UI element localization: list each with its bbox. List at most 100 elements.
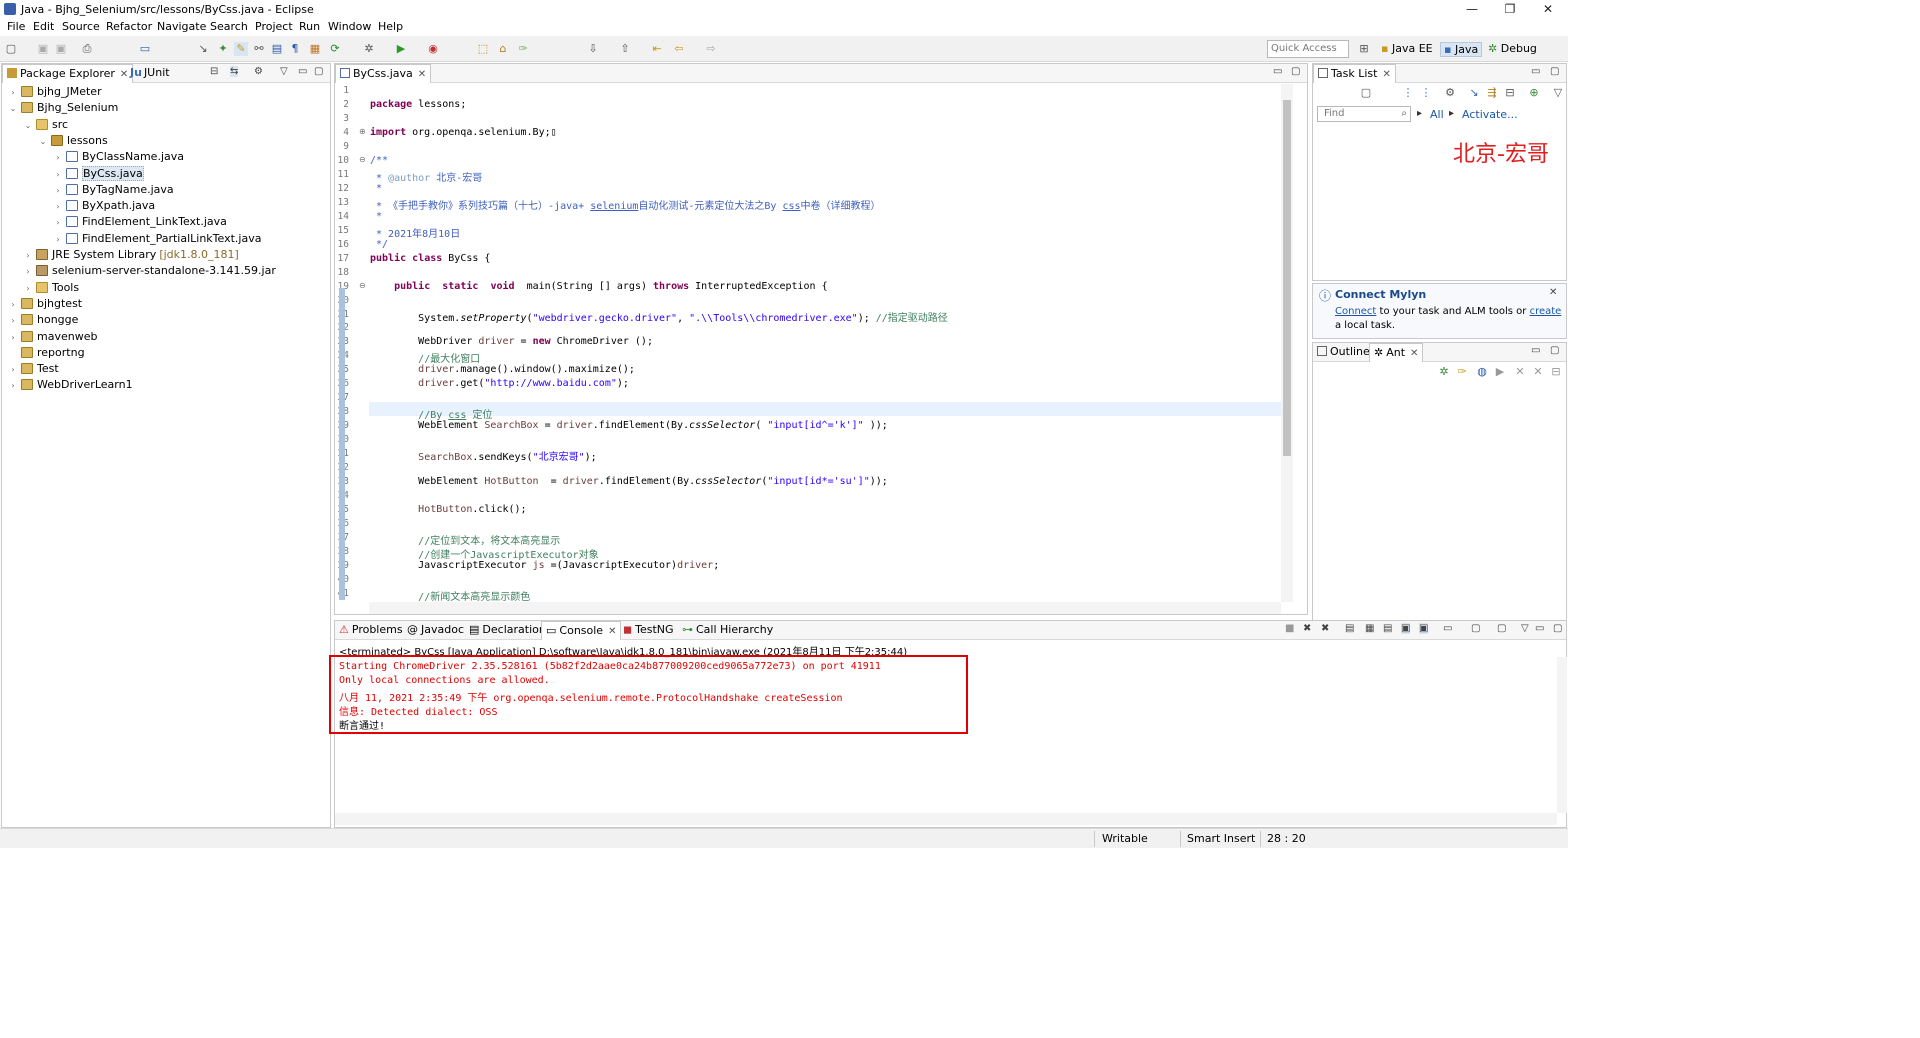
hide-internal-icon[interactable]: ◍: [1475, 365, 1489, 379]
code-line[interactable]: //By css 定位: [370, 406, 492, 421]
expand-toggle-icon[interactable]: ⌄: [38, 134, 48, 150]
open-type-icon[interactable]: ✦: [216, 42, 230, 56]
expand-toggle-icon[interactable]: ›: [23, 248, 33, 264]
focus-icon[interactable]: ↘: [1467, 86, 1481, 100]
code-line[interactable]: driver.manage().window().maximize();: [370, 364, 635, 375]
menu-navigate[interactable]: Navigate: [157, 20, 206, 33]
tree-item[interactable]: ⌄ src: [23, 117, 68, 133]
terminate-icon[interactable]: ■: [1285, 623, 1294, 634]
tree-item[interactable]: › bjhgtest: [8, 296, 82, 312]
fold-toggle-icon[interactable]: ⊕: [359, 127, 366, 136]
expand-toggle-icon[interactable]: ›: [8, 330, 18, 346]
tree-item[interactable]: reportng: [8, 345, 85, 361]
code-line[interactable]: *: [370, 183, 382, 194]
editor-scroll-thumb[interactable]: [1283, 100, 1291, 456]
perspective-java[interactable]: ▪ Java: [1440, 42, 1483, 57]
tree-item[interactable]: › JRE System Library [jdk1.8.0_181]: [23, 247, 238, 264]
close-icon[interactable]: ✕: [1382, 69, 1390, 80]
hide-completed-icon[interactable]: ⇶: [1485, 86, 1499, 100]
display-console-icon[interactable]: ▢: [1471, 623, 1480, 634]
filter-all-link[interactable]: All: [1430, 108, 1444, 121]
search-icon[interactable]: ✑: [516, 42, 530, 56]
tree-item[interactable]: › bjhg_JMeter: [8, 84, 101, 101]
perspective-java-ee[interactable]: ▪ Java EE: [1381, 42, 1433, 55]
print-icon[interactable]: ⎙: [80, 42, 94, 56]
code-line[interactable]: public class ByCss {: [370, 253, 490, 264]
tab-javadoc[interactable]: @ Javadoc: [403, 621, 468, 640]
fold-toggle-icon[interactable]: ⊖: [359, 281, 366, 290]
activate-link[interactable]: Activate...: [1462, 108, 1518, 121]
tree-item[interactable]: › Test: [8, 361, 58, 377]
expand-toggle-icon[interactable]: ›: [53, 150, 63, 166]
tab-problems[interactable]: ⚠ Problems: [335, 621, 407, 640]
tree-item[interactable]: › Tools: [23, 280, 79, 296]
new-task-icon[interactable]: ▢: [1359, 86, 1373, 100]
code-line[interactable]: WebElement HotButton = driver.findElemen…: [370, 476, 888, 487]
expand-toggle-icon[interactable]: ›: [23, 281, 33, 297]
code-line[interactable]: //创建一个JavascriptExecutor对象: [370, 546, 598, 561]
code-line[interactable]: JavascriptExecutor js =(JavascriptExecut…: [370, 560, 719, 571]
new-icon[interactable]: ▢: [4, 42, 18, 56]
code-line[interactable]: * 《手把手教你》系列技巧篇（十七）-java+ selenium自动化测试-元…: [370, 197, 881, 212]
code-line[interactable]: WebDriver driver = new ChromeDriver ();: [370, 336, 653, 347]
code-line[interactable]: import org.openqa.selenium.By;▯: [370, 127, 557, 138]
tab-declaration[interactable]: ▤ Declaration: [465, 621, 550, 640]
editor-vertical-scrollbar[interactable]: [1281, 84, 1293, 602]
show-on-stdout-icon[interactable]: ▣: [1401, 623, 1411, 634]
open-perspective-icon[interactable]: ⊞: [1357, 42, 1371, 56]
code-line[interactable]: package lessons;: [370, 99, 466, 110]
tree-item[interactable]: › ByCss.java: [53, 165, 144, 182]
expand-toggle-icon[interactable]: ›: [8, 297, 18, 313]
categorized-icon[interactable]: ⋮: [1401, 86, 1415, 100]
menu-file[interactable]: File: [7, 20, 25, 33]
maximize-icon[interactable]: ▢: [1291, 66, 1300, 77]
create-link[interactable]: create: [1530, 306, 1562, 317]
tree-item[interactable]: › ByXpath.java: [53, 198, 155, 214]
menu-run[interactable]: Run: [299, 20, 320, 33]
code-line[interactable]: *: [370, 211, 382, 222]
pin-console-icon[interactable]: ▭: [1443, 623, 1452, 634]
maximize-button[interactable]: ❐: [1490, 0, 1530, 18]
next-annotation-icon[interactable]: ⇩: [586, 42, 600, 56]
block-selection-icon[interactable]: ⚯: [252, 42, 266, 56]
mark-occurrences-icon[interactable]: ✎: [234, 42, 248, 56]
collapse-all-icon[interactable]: ⊟: [210, 66, 218, 77]
open-folder-icon[interactable]: ⌂: [496, 42, 510, 56]
tab-testng[interactable]: ◼ TestNG: [619, 621, 678, 640]
new-java-package-icon[interactable]: ⬚: [476, 42, 490, 56]
maximize-icon[interactable]: ▢: [1550, 345, 1559, 356]
tab-package-explorer[interactable]: Package Explorer ✕: [2, 64, 134, 83]
close-icon[interactable]: ✕: [418, 69, 426, 80]
collapse-icon[interactable]: ⊟: [1503, 86, 1517, 100]
chevron-down-icon[interactable]: ▽: [280, 66, 288, 77]
code-line[interactable]: /**: [370, 155, 388, 166]
tree-item[interactable]: ⌄ lessons: [38, 133, 108, 149]
forward-icon[interactable]: ⇨: [704, 42, 718, 56]
quick-access-input[interactable]: Quick Access: [1267, 40, 1349, 58]
menu-refactor[interactable]: Refactor: [106, 20, 152, 33]
table-icon[interactable]: ▦: [308, 42, 322, 56]
show-whitespace-icon[interactable]: ▤: [270, 42, 284, 56]
tree-item[interactable]: ⌄ Bjhg_Selenium: [8, 100, 119, 117]
tab-ant[interactable]: ✲ Ant ✕: [1369, 343, 1424, 362]
menu-source[interactable]: Source: [62, 20, 100, 33]
menu-window[interactable]: Window: [328, 20, 371, 33]
remove-all-icon[interactable]: ✕: [1531, 365, 1545, 379]
code-line[interactable]: */: [370, 239, 388, 250]
expand-toggle-icon[interactable]: ⌄: [8, 101, 18, 117]
scheduled-icon[interactable]: ⋮: [1419, 86, 1433, 100]
connect-link[interactable]: Connect: [1335, 306, 1376, 317]
expand-toggle-icon[interactable]: ›: [8, 85, 18, 101]
scroll-lock-icon[interactable]: ▦: [1365, 623, 1374, 634]
remove-icon[interactable]: ✕: [1513, 365, 1527, 379]
tab-junit[interactable]: Ju JUnit: [126, 64, 174, 83]
show-paragraph-icon[interactable]: ¶: [288, 42, 302, 56]
minimize-icon[interactable]: ▭: [1273, 66, 1282, 77]
console-vertical-scrollbar[interactable]: [1557, 657, 1567, 813]
code-line[interactable]: HotButton.click();: [370, 504, 526, 515]
close-button[interactable]: ✕: [1528, 0, 1568, 18]
word-wrap-icon[interactable]: ▤: [1383, 623, 1392, 634]
previous-annotation-icon[interactable]: ⇧: [618, 42, 632, 56]
expand-toggle-icon[interactable]: ›: [23, 264, 33, 280]
expand-toggle-icon[interactable]: ›: [53, 232, 63, 248]
